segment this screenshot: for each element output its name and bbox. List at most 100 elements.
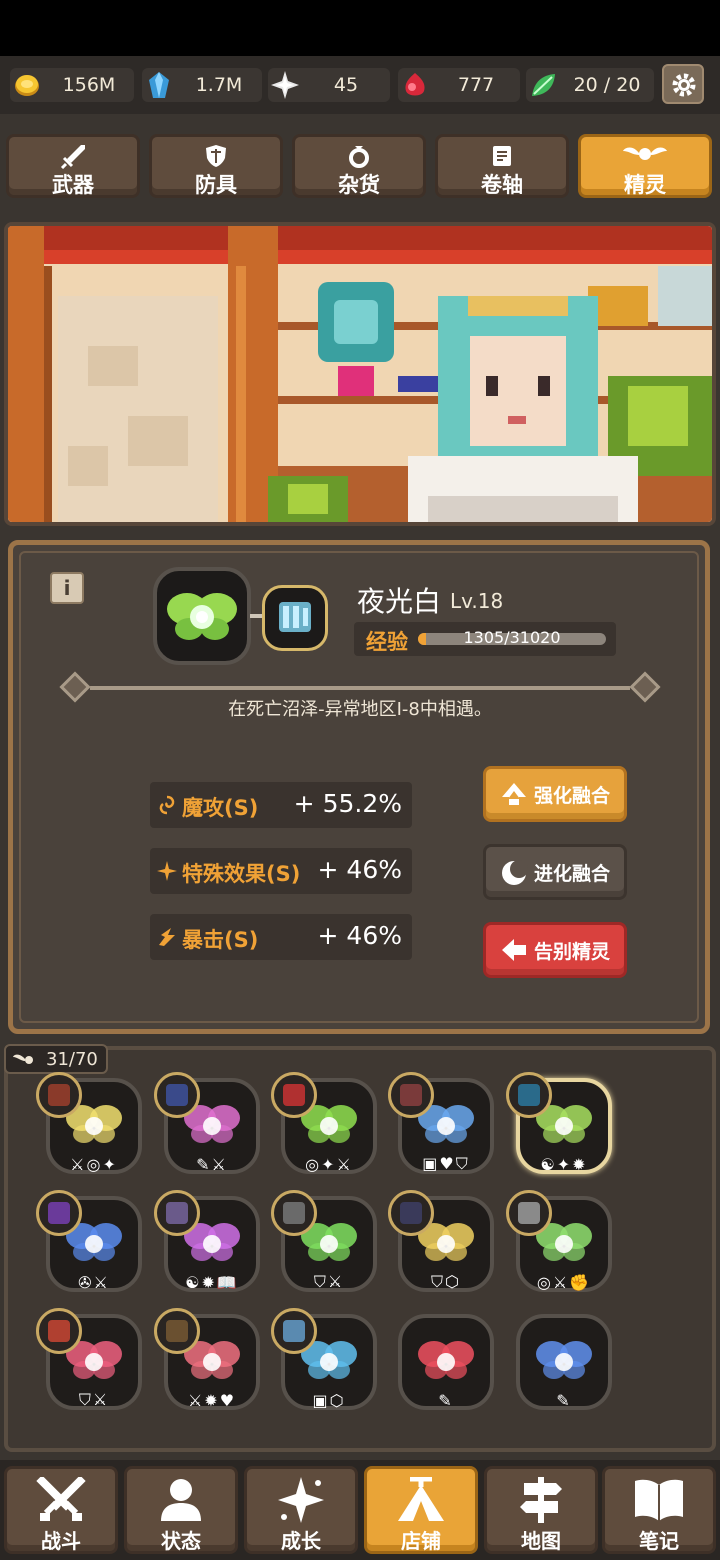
signpost-icon	[520, 1477, 562, 1523]
spirit-slot[interactable]: ▣⬡	[271, 1308, 377, 1410]
tab-spirits[interactable]: 精灵	[578, 134, 712, 198]
energy-value: 20 / 20	[573, 74, 641, 96]
spirit-slot[interactable]: ◎⚔✊	[506, 1190, 612, 1292]
tent-shop-icon	[398, 1477, 444, 1521]
shop-tabs: 武器 防具 杂货 卷轴 精灵	[0, 124, 720, 208]
blue-crystal-icon	[149, 72, 169, 98]
spirit-slot[interactable]: ☯✹📖	[154, 1190, 260, 1292]
tab-label: 精灵	[624, 173, 666, 197]
nav-label: 店铺	[401, 1529, 441, 1553]
red-gem-icon	[405, 73, 425, 96]
green-leaf-gem-icon	[532, 74, 555, 96]
green-spirit-icon	[167, 593, 237, 640]
book-icon	[635, 1479, 683, 1521]
release-spirit-button[interactable]: 告别精灵	[483, 922, 627, 978]
stardust-counter: 45	[268, 68, 390, 102]
growth-star-icon	[278, 1477, 324, 1523]
stat-special-effect: 特殊效果(S) + 46%	[150, 848, 412, 894]
stat-name: 魔攻(S)	[182, 796, 259, 820]
nav-map[interactable]: 地图	[484, 1466, 598, 1554]
slot-stat-icons: ⛉⚔	[78, 1390, 110, 1409]
equipment-badge	[388, 1072, 434, 1118]
spirit-slot[interactable]: ◎✦⚔	[271, 1072, 377, 1174]
tab-label: 武器	[52, 173, 94, 197]
equipment-icon	[283, 1084, 305, 1106]
crit-burst-icon	[159, 928, 175, 946]
spirit-slot[interactable]: ⛉⚔	[36, 1308, 142, 1410]
slot-stat-icons: ◎✦⚔	[305, 1155, 353, 1174]
equipment-icon	[400, 1202, 422, 1224]
slot-stat-icons: ⚔✹♥	[187, 1391, 237, 1410]
divider	[90, 686, 630, 690]
enhance-fusion-button[interactable]: 强化融合	[483, 766, 627, 822]
nav-battle[interactable]: 战斗	[4, 1466, 118, 1554]
equipped-item[interactable]	[262, 585, 328, 651]
tab-armor[interactable]: 防具	[149, 134, 283, 198]
tab-weapons[interactable]: 武器	[6, 134, 140, 198]
slot-stat-icons: ☯✦✹	[540, 1155, 588, 1174]
nav-label: 成长	[281, 1529, 321, 1553]
stat-value: + 46%	[317, 855, 402, 884]
crossed-swords-icon	[36, 1477, 86, 1521]
button-label: 进化融合	[534, 863, 611, 885]
stat-critical: 暴击(S) + 46%	[150, 914, 412, 960]
spirit-slot[interactable]: ✎	[516, 1314, 612, 1410]
equipment-badge	[271, 1308, 317, 1354]
exp-label: 经验	[366, 630, 408, 654]
slot-stat-icons: ✎	[438, 1391, 454, 1410]
slot-stat-icons: ◎⚔✊	[536, 1273, 592, 1292]
equipment-icon	[518, 1084, 540, 1106]
evolve-fusion-button[interactable]: 进化融合	[483, 844, 627, 900]
equipment-badge	[36, 1190, 82, 1236]
gold-value: 156M	[62, 74, 116, 96]
collection-count: 31/70	[4, 1044, 108, 1074]
spirit-slot[interactable]: ▣♥⛉	[388, 1072, 494, 1174]
slot-stat-icons: ☯✹📖	[185, 1273, 239, 1292]
slot-stat-icons: ⛉⬡	[431, 1272, 461, 1291]
equipment-icon	[48, 1202, 70, 1224]
settings-button[interactable]	[662, 64, 704, 104]
spirit-slot[interactable]: ⚔✹♥	[154, 1308, 260, 1410]
spirit-slot[interactable]: ⚔◎✦	[36, 1072, 142, 1174]
spirit-slot[interactable]: ✎	[398, 1314, 494, 1410]
status-bar	[0, 0, 720, 56]
nav-label: 笔记	[639, 1529, 679, 1553]
nav-growth[interactable]: 成长	[244, 1466, 358, 1554]
spirit-slot[interactable]: ☯✦✹	[506, 1072, 612, 1174]
tab-label: 杂货	[338, 173, 380, 197]
spirit-slot[interactable]: ⛉⬡	[388, 1190, 494, 1292]
exp-value: 1305/31020	[463, 628, 561, 647]
info-button[interactable]: i	[50, 572, 84, 604]
tab-label: 防具	[195, 173, 237, 197]
spirit-slot[interactable]: ✇⚔	[36, 1190, 142, 1292]
equipment-badge	[506, 1190, 552, 1236]
tab-goods[interactable]: 杂货	[292, 134, 426, 198]
arrow-up-icon	[502, 783, 526, 805]
shield-icon	[206, 145, 226, 167]
button-label: 强化融合	[534, 785, 611, 807]
nav-shop[interactable]: 店铺	[364, 1466, 478, 1554]
red-gem-counter: 777	[398, 68, 520, 102]
equipment-badge	[506, 1072, 552, 1118]
nav-label: 战斗	[41, 1529, 81, 1553]
slot-stat-icons: ✎⚔	[196, 1155, 228, 1174]
slot-stat-icons: ▣♥⛉	[422, 1154, 470, 1173]
gauntlet-icon	[279, 602, 311, 632]
spirit-slot[interactable]: ⛉⚔	[271, 1190, 377, 1292]
equipment-badge	[271, 1190, 317, 1236]
shop-scene-art	[8, 226, 712, 522]
spirit-slot[interactable]: ✎⚔	[154, 1072, 260, 1174]
sparkle-icon	[157, 861, 177, 881]
star-dust-icon	[271, 71, 299, 99]
spirit-portrait[interactable]	[153, 567, 251, 665]
equipment-icon	[166, 1320, 188, 1342]
ring-icon	[349, 146, 369, 168]
spirit-name: 夜光白	[357, 585, 442, 618]
crystal-value: 1.7M	[195, 74, 243, 96]
arrow-left-icon	[502, 939, 526, 961]
tab-scrolls[interactable]: 卷轴	[435, 134, 569, 198]
fairy-icon	[13, 1054, 33, 1064]
equipment-icon	[166, 1202, 188, 1224]
nav-notes[interactable]: 笔记	[602, 1466, 716, 1554]
nav-status[interactable]: 状态	[124, 1466, 238, 1554]
